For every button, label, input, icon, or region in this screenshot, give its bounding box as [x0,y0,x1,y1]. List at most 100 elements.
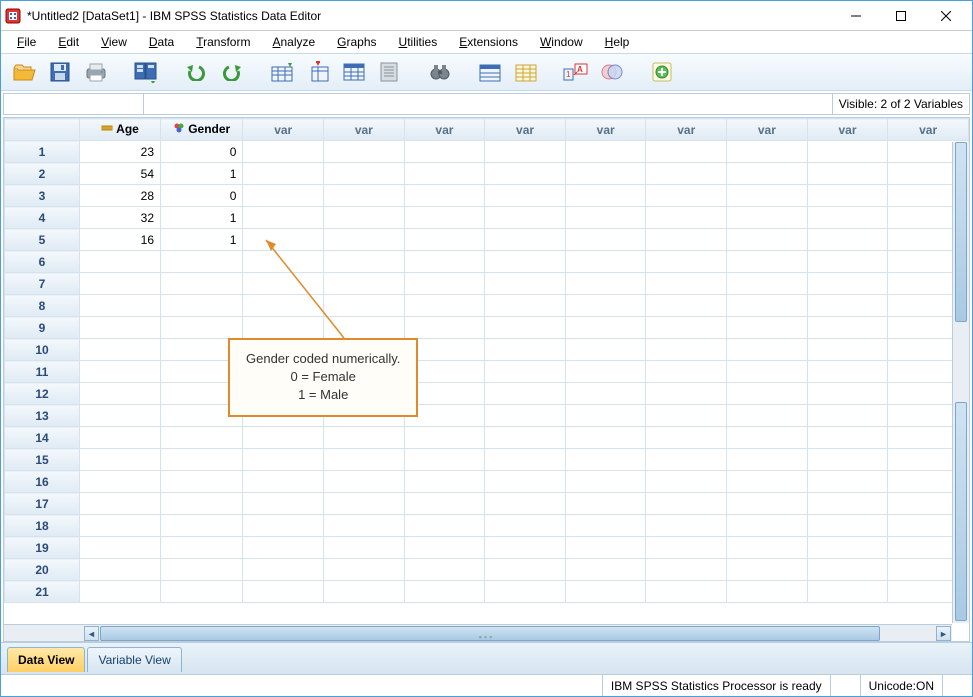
cell[interactable] [161,537,243,559]
cell[interactable] [646,163,727,185]
cell[interactable] [324,559,405,581]
row-header[interactable]: 10 [5,339,80,361]
insert-variable-button[interactable] [511,57,541,87]
column-header-empty[interactable]: var [404,119,485,141]
cell[interactable] [807,493,888,515]
cell[interactable] [727,141,808,163]
print-button[interactable] [81,57,111,87]
save-button[interactable] [45,57,75,87]
cell[interactable]: 0 [161,185,243,207]
cell[interactable] [727,273,808,295]
row-header[interactable]: 12 [5,383,80,405]
cell[interactable] [243,493,324,515]
cell[interactable] [807,251,888,273]
cell[interactable] [807,317,888,339]
cell[interactable] [324,427,405,449]
cell[interactable] [243,229,324,251]
cell[interactable] [565,163,646,185]
cell[interactable] [404,207,485,229]
menu-view[interactable]: View [91,33,137,51]
cell[interactable] [485,581,566,603]
cell[interactable] [646,449,727,471]
goto-case-button[interactable] [267,57,297,87]
find-button[interactable] [425,57,455,87]
column-header-empty[interactable]: var [243,119,324,141]
vscroll-thumb-lower[interactable] [955,402,967,621]
cell[interactable] [646,471,727,493]
cell[interactable]: 54 [80,163,161,185]
cell[interactable] [324,581,405,603]
cell[interactable] [324,449,405,471]
cell[interactable] [324,163,405,185]
cell[interactable] [727,251,808,273]
cell[interactable] [727,361,808,383]
cell[interactable] [485,515,566,537]
cell[interactable] [646,141,727,163]
row-header[interactable]: 7 [5,273,80,295]
open-button[interactable] [9,57,39,87]
cell[interactable] [807,537,888,559]
cell[interactable]: 16 [80,229,161,251]
cell[interactable] [646,185,727,207]
cell[interactable] [646,515,727,537]
cell[interactable] [646,251,727,273]
cell[interactable] [485,405,566,427]
cell[interactable] [727,405,808,427]
cell[interactable]: 0 [161,141,243,163]
column-header-empty[interactable]: var [565,119,646,141]
cell[interactable] [80,317,161,339]
cell[interactable] [80,383,161,405]
cell[interactable] [404,537,485,559]
cell[interactable] [727,493,808,515]
row-header[interactable]: 17 [5,493,80,515]
menu-analyze[interactable]: Analyze [262,33,325,51]
cell[interactable] [243,317,324,339]
cell[interactable] [727,229,808,251]
cell[interactable] [646,559,727,581]
cell[interactable] [485,317,566,339]
cell[interactable] [727,163,808,185]
menu-file[interactable]: File [7,33,46,51]
cell[interactable] [807,427,888,449]
cell[interactable] [243,537,324,559]
cell[interactable] [565,185,646,207]
cell[interactable] [807,361,888,383]
cell[interactable]: 1 [161,229,243,251]
cell[interactable] [243,449,324,471]
cell[interactable] [807,185,888,207]
menu-transform[interactable]: Transform [186,33,260,51]
row-header[interactable]: 6 [5,251,80,273]
cell[interactable] [646,339,727,361]
cell[interactable] [80,339,161,361]
cell[interactable] [80,405,161,427]
cell[interactable] [646,317,727,339]
cell[interactable] [807,273,888,295]
cell-value-box[interactable] [144,94,832,114]
customize-toolbar-button[interactable] [647,57,677,87]
cell[interactable] [161,295,243,317]
cell[interactable] [161,317,243,339]
cell[interactable] [807,141,888,163]
cell[interactable] [485,361,566,383]
cell[interactable] [404,295,485,317]
cell[interactable] [727,559,808,581]
cell[interactable] [324,207,405,229]
cell[interactable] [646,493,727,515]
menu-extensions[interactable]: Extensions [449,33,528,51]
cell[interactable] [565,405,646,427]
cell[interactable] [243,295,324,317]
cell[interactable] [727,515,808,537]
cell[interactable] [565,361,646,383]
column-header-empty[interactable]: var [807,119,888,141]
cell[interactable] [565,207,646,229]
cell[interactable] [80,581,161,603]
cell[interactable] [243,185,324,207]
variables-button[interactable] [339,57,369,87]
cell[interactable] [485,471,566,493]
cell[interactable] [80,361,161,383]
row-header[interactable]: 19 [5,537,80,559]
tab-variable-view[interactable]: Variable View [87,647,181,672]
cell[interactable] [565,229,646,251]
row-header[interactable]: 4 [5,207,80,229]
cell[interactable] [565,317,646,339]
